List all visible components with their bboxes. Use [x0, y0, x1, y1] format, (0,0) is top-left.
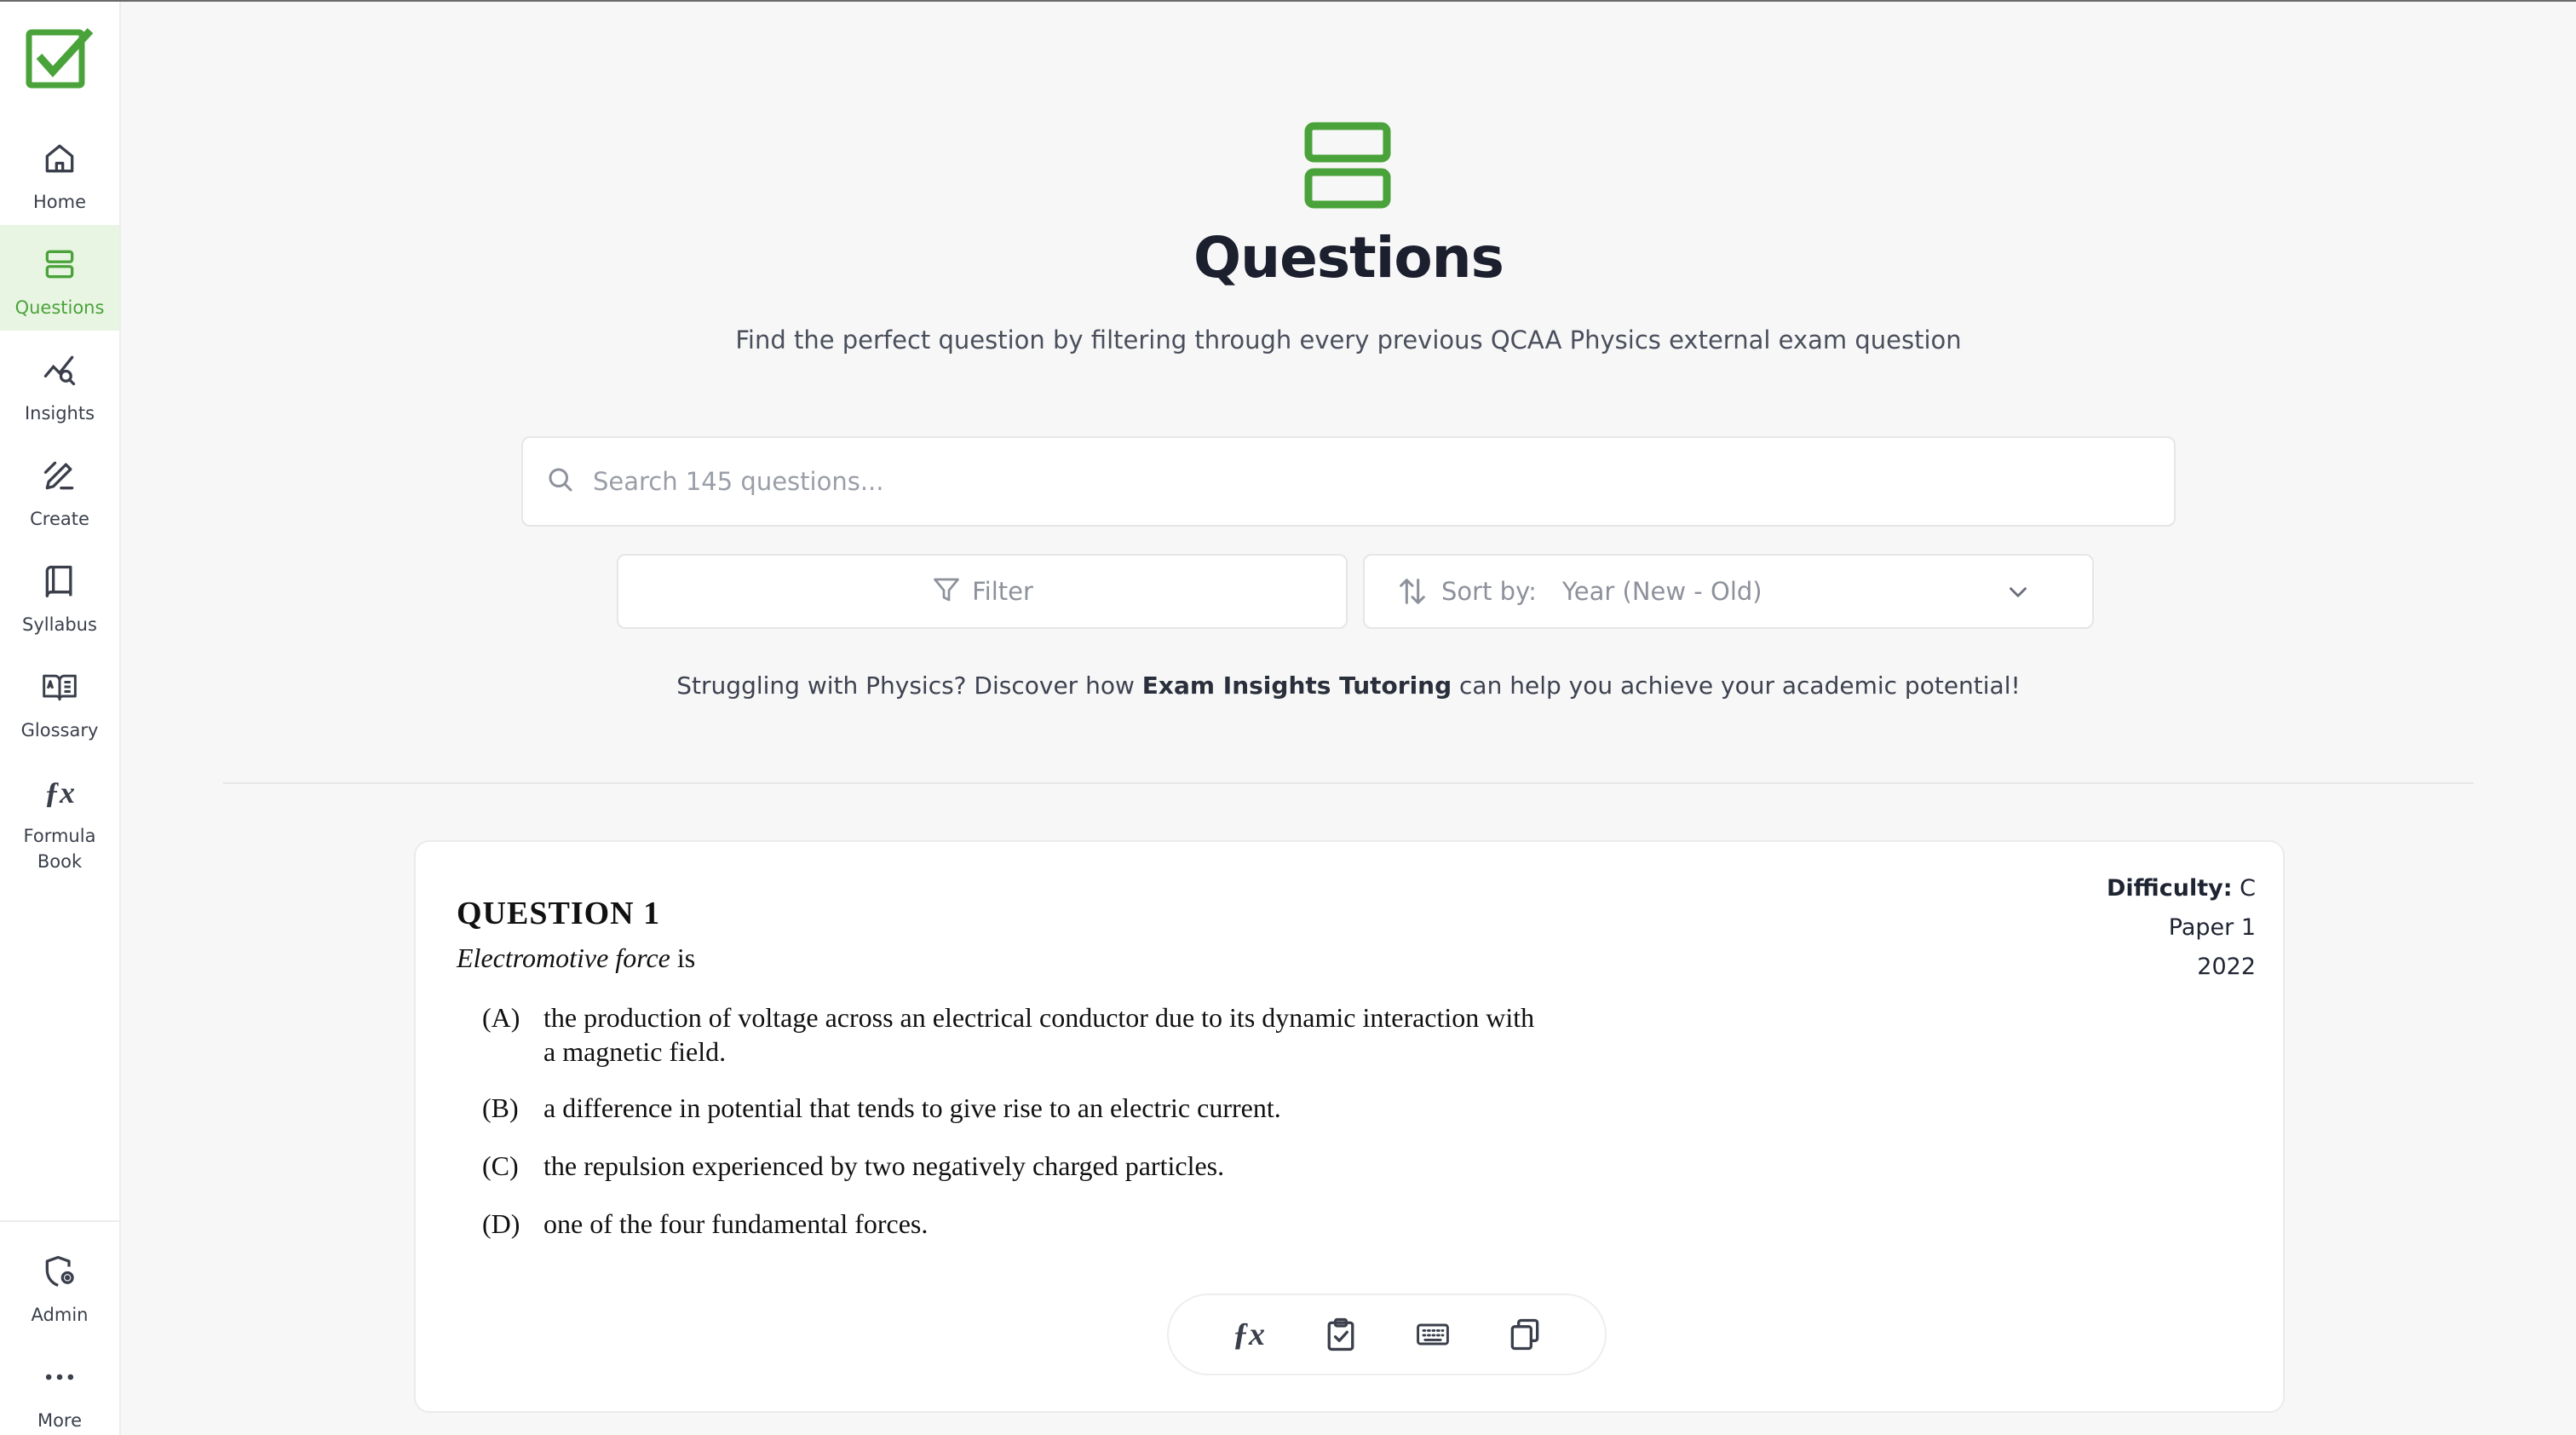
paper-label: Paper 1: [2168, 914, 2256, 941]
search-input[interactable]: [593, 447, 2126, 516]
sidebar-item-label: Admin: [31, 1305, 89, 1325]
year-label: 2022: [2197, 954, 2256, 980]
sidebar-item-formula-book[interactable]: ƒx Formula Book: [0, 753, 119, 881]
question-card: QUESTION 1 Electromotive force is (A) th…: [414, 840, 2285, 1413]
logo-check-square-icon[interactable]: [24, 26, 95, 94]
pen-icon: [39, 455, 80, 496]
sidebar-item-syllabus[interactable]: Syllabus: [0, 542, 119, 648]
sort-value: Year (New - Old): [1561, 577, 1762, 606]
open-book-icon: [39, 666, 80, 707]
page-subtitle: Find the perfect question by filtering t…: [735, 326, 1962, 354]
main-content: Questions Find the perfect question by f…: [121, 2, 2576, 1435]
keyboard-icon[interactable]: [1407, 1309, 1458, 1360]
answer-option-d: (D) one of the four fundamental forces.: [482, 1208, 929, 1239]
sidebar-item-label: Insights: [24, 403, 95, 424]
home-icon: [39, 138, 80, 179]
sidebar-item-insights[interactable]: Insights: [0, 331, 119, 436]
question-toolbar: ƒx: [1167, 1294, 1607, 1375]
chart-search-icon: [39, 349, 80, 390]
question-title: QUESTION 1: [457, 896, 661, 931]
answer-option-b: (B) a difference in potential that tends…: [482, 1092, 1281, 1123]
sidebar-item-label: More: [37, 1410, 83, 1431]
answer-option-a: (A) the production of voltage across an …: [482, 1002, 1535, 1067]
section-divider: [223, 782, 2474, 784]
copy-icon[interactable]: [1499, 1309, 1550, 1360]
filter-label: Filter: [972, 577, 1033, 606]
filter-icon: [931, 574, 962, 609]
more-dots-icon: [39, 1357, 80, 1398]
answer-option-c: (C) the repulsion experienced by two neg…: [482, 1150, 1225, 1181]
sidebar-divider: [0, 1220, 119, 1222]
fx-icon: ƒx: [44, 775, 75, 810]
sidebar-item-create[interactable]: Create: [0, 436, 119, 542]
sidebar-item-admin[interactable]: Admin: [0, 1232, 119, 1338]
chevron-down-icon: [2010, 587, 2027, 597]
search-icon: [545, 464, 576, 499]
formula-fx-icon[interactable]: ƒx: [1223, 1309, 1274, 1360]
sidebar-item-questions[interactable]: Questions: [0, 225, 119, 331]
difficulty-badge: Difficulty: C: [2106, 875, 2256, 902]
page-title: Questions: [1193, 225, 1504, 291]
filter-button[interactable]: Filter: [617, 554, 1348, 629]
search-bar[interactable]: [521, 436, 2176, 527]
sidebar-item-label: Syllabus: [22, 614, 97, 635]
sort-select[interactable]: Sort by: Year (New - Old): [1363, 554, 2094, 629]
clipboard-check-icon[interactable]: [1315, 1309, 1366, 1360]
sidebar: Home Questions Insights Create Syllabus …: [0, 2, 121, 1435]
sidebar-item-label: Glossary: [20, 720, 99, 741]
sidebar-item-label: Home: [32, 192, 86, 212]
sidebar-item-more[interactable]: More: [0, 1338, 119, 1435]
question-meta: Difficulty: C Paper 1 2022: [2107, 869, 2256, 987]
sidebar-item-label: Questions: [14, 297, 105, 318]
sidebar-item-home[interactable]: Home: [0, 119, 119, 225]
shield-gear-icon: [39, 1251, 80, 1292]
sidebar-item-label: Formula Book: [23, 826, 96, 872]
questions-stack-icon: [1303, 121, 1392, 210]
sidebar-item-glossary[interactable]: Glossary: [0, 648, 119, 753]
sort-label: Sort by:: [1441, 577, 1537, 606]
stack-icon: [39, 244, 80, 285]
book-icon: [39, 561, 80, 602]
question-stem: Electromotive force is: [457, 942, 696, 973]
tutoring-link[interactable]: Exam Insights Tutoring: [1142, 671, 1452, 700]
sidebar-item-label: Create: [30, 509, 89, 529]
sort-arrows-icon: [1400, 579, 1425, 604]
tutoring-promo: Struggling with Physics? Discover how Ex…: [676, 671, 2021, 700]
